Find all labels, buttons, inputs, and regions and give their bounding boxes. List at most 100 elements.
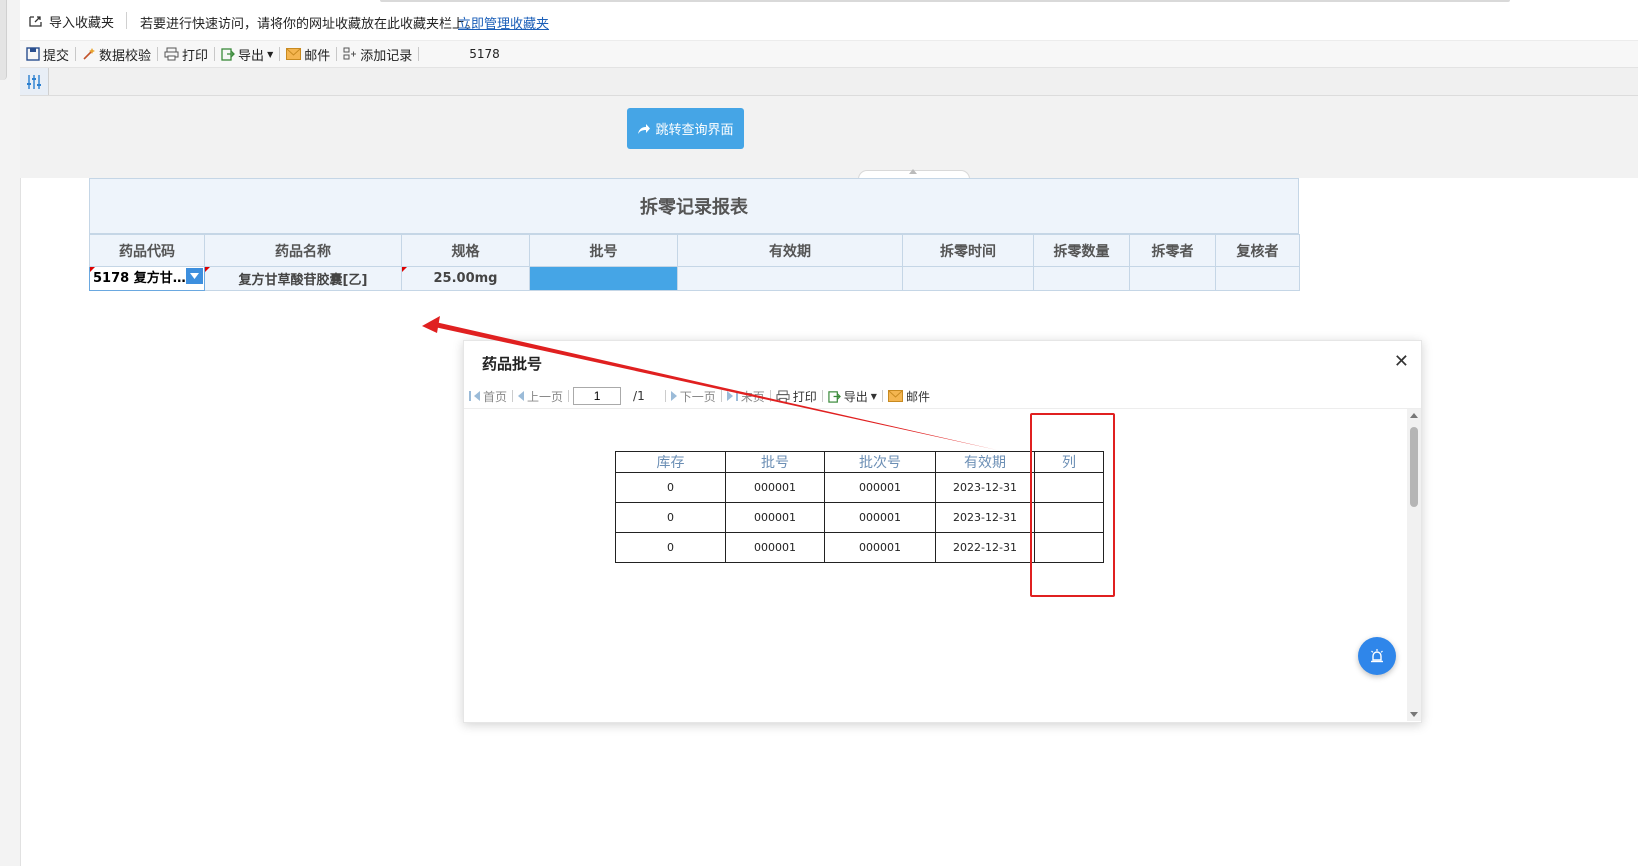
column-header: 有效期: [677, 234, 903, 267]
split-time-cell[interactable]: [902, 266, 1034, 291]
stock-cell: 0: [615, 502, 726, 533]
browser-left-edge: [0, 0, 21, 866]
spec-cell[interactable]: 25.00mg: [401, 266, 530, 291]
page-number-input[interactable]: [573, 387, 622, 405]
annotation-highlight-box: [1030, 413, 1115, 597]
filter-settings-button[interactable]: [20, 68, 49, 95]
expiry-cell: 2023-12-31: [935, 472, 1035, 503]
lot-cell: 000001: [824, 532, 936, 563]
validate-label: 数据校验: [99, 48, 152, 64]
printer-icon: [164, 47, 179, 61]
dialog-export-button[interactable]: 导出 ▼: [823, 388, 882, 405]
required-marker: [402, 267, 407, 272]
sliders-icon: [27, 74, 41, 89]
first-page-arrow: [474, 391, 480, 401]
import-favorites-label: 导入收藏夹: [49, 16, 115, 31]
prev-page-label: 上一页: [527, 389, 564, 404]
filter-strip: [20, 68, 1638, 96]
dialog-print-label: 打印: [792, 389, 817, 404]
prev-page-button[interactable]: 上一页: [513, 388, 568, 405]
caret-down-icon: ▼: [267, 49, 274, 59]
column-header: 药品代码: [89, 234, 205, 267]
record-id-display: 5178: [469, 47, 500, 61]
validate-button[interactable]: 数据校验: [76, 43, 157, 65]
add-record-button[interactable]: 添加记录: [337, 43, 418, 65]
next-page-button[interactable]: 下一页: [666, 388, 721, 405]
column-header: 拆零时间: [902, 234, 1034, 267]
magic-wand-icon: [83, 48, 96, 60]
alarm-icon: [1371, 649, 1383, 663]
expiry-cell[interactable]: [677, 266, 903, 291]
column-header: 拆零数量: [1033, 234, 1130, 267]
drug-code-dropdown[interactable]: 5178 复方甘…: [89, 266, 205, 291]
batch-cell: 000001: [725, 502, 825, 533]
edge-handle[interactable]: [0, 0, 7, 80]
last-page-icon: [726, 391, 733, 401]
dropdown-button[interactable]: [186, 268, 203, 284]
scroll-up-icon[interactable]: [1410, 413, 1418, 418]
query-panel: 跳转查询界面: [20, 96, 1638, 179]
import-icon: [29, 16, 42, 27]
last-page-button[interactable]: 末页: [722, 388, 770, 405]
column-header: 库存: [615, 451, 726, 473]
printer-icon: [776, 389, 790, 403]
export-label: 导出: [238, 48, 265, 64]
jump-to-query-button[interactable]: 跳转查询界面: [627, 108, 744, 149]
batch-cell: 000001: [725, 532, 825, 563]
column-header: 批号: [725, 451, 825, 473]
alert-float-button[interactable]: [1358, 637, 1396, 675]
envelope-icon: [286, 48, 302, 60]
divider: [568, 390, 570, 402]
print-label: 打印: [182, 48, 209, 64]
total-pages: /1: [633, 389, 645, 403]
drug-name-value: 复方甘草酸苷胶囊[乙]: [238, 273, 368, 288]
spec-value: 25.00mg: [433, 271, 498, 286]
splitter-cell[interactable]: [1129, 266, 1216, 291]
next-page-icon: [670, 391, 677, 401]
column-header: 药品名称: [204, 234, 402, 267]
close-icon[interactable]: ✕: [1394, 351, 1409, 372]
caret-down-icon: ▼: [870, 391, 877, 401]
submit-button[interactable]: 提交: [20, 43, 75, 65]
submit-label: 提交: [43, 48, 70, 64]
reviewer-cell[interactable]: [1215, 266, 1300, 291]
batch-number-cell[interactable]: [529, 266, 678, 291]
dialog-print-button[interactable]: 打印: [771, 388, 822, 405]
stock-cell: 0: [615, 472, 726, 503]
dialog-pager-toolbar: 首页 上一页 /1 下一页 末页 打印 导出 ▼: [464, 384, 1421, 409]
print-button[interactable]: 打印: [158, 43, 214, 65]
import-favorites-button[interactable]: 导入收藏夹: [28, 12, 114, 31]
expiry-cell: 2023-12-31: [935, 502, 1035, 533]
report-row: 5178 复方甘… 复方甘草酸苷胶囊[乙] 25.00mg: [89, 266, 1300, 291]
column-header: 有效期: [935, 451, 1035, 473]
manage-favorites-link[interactable]: 立即管理收藏夹: [458, 13, 549, 32]
mail-label: 邮件: [304, 48, 331, 64]
divider: [418, 47, 420, 61]
export-icon: [221, 48, 235, 61]
column-header: 复核者: [1215, 234, 1300, 267]
chevron-down-icon: [190, 273, 199, 279]
divider: [126, 12, 127, 29]
dialog-title: 药品批号: [482, 355, 543, 373]
drug-code-value: 5178 复方甘…: [93, 271, 185, 286]
scroll-thumb[interactable]: [1410, 427, 1418, 507]
add-row-icon: [343, 47, 357, 60]
next-page-label: 下一页: [679, 389, 716, 404]
first-page-button[interactable]: 首页: [464, 388, 512, 405]
collapse-up-icon: [909, 169, 917, 174]
bookmarks-hint: 若要进行快速访问，请将你的网址收藏放在此收藏夹栏上。: [140, 17, 479, 32]
last-page-label: 末页: [740, 389, 765, 404]
dialog-mail-button[interactable]: 邮件: [883, 388, 935, 405]
mail-button[interactable]: 邮件: [280, 43, 336, 65]
scroll-down-icon[interactable]: [1410, 712, 1418, 717]
bookmarks-bar: 导入收藏夹 若要进行快速访问，请将你的网址收藏放在此收藏夹栏上。 立即管理收藏夹: [20, 0, 1638, 41]
first-page-icon: [469, 391, 471, 401]
split-quantity-cell[interactable]: [1033, 266, 1130, 291]
dialog-scrollbar[interactable]: [1407, 409, 1421, 721]
report-title: 拆零记录报表: [89, 178, 1299, 234]
expiry-cell: 2022-12-31: [935, 532, 1035, 563]
dialog-mail-label: 邮件: [905, 389, 930, 404]
drug-name-cell[interactable]: 复方甘草酸苷胶囊[乙]: [204, 266, 402, 291]
column-header: 批次号: [824, 451, 936, 473]
export-button[interactable]: 导出 ▼: [215, 43, 279, 65]
